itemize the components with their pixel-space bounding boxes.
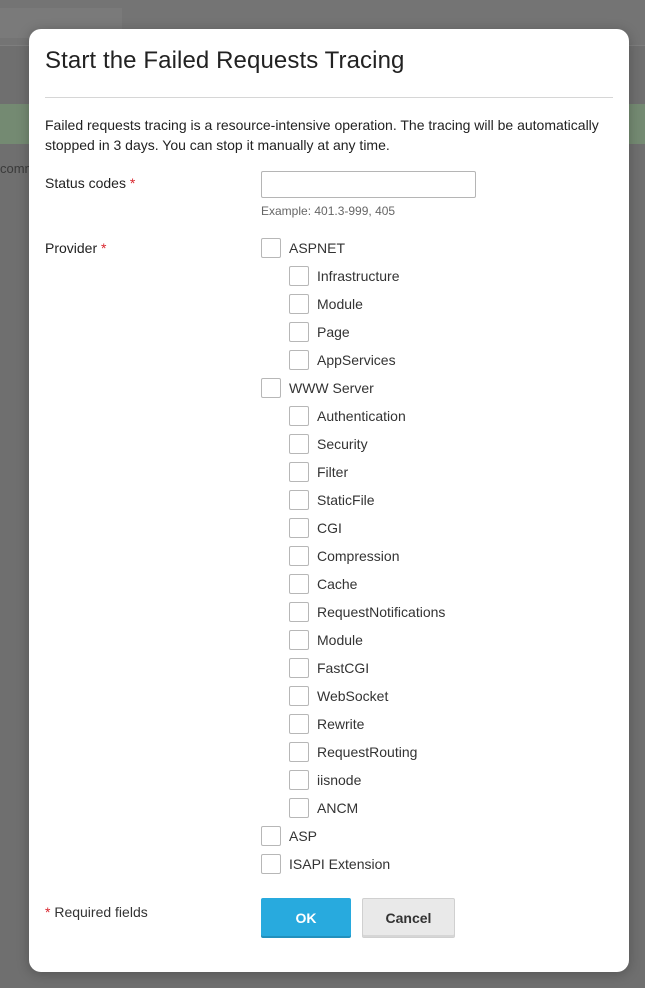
provider-option-label: FastCGI xyxy=(317,660,370,676)
ok-button[interactable]: OK xyxy=(261,898,351,938)
provider-option[interactable]: WebSocket xyxy=(289,686,388,706)
provider-option[interactable]: Filter xyxy=(289,462,348,482)
provider-option-label: Page xyxy=(317,324,350,340)
provider-option-label: ISAPI Extension xyxy=(289,856,391,872)
provider-checkbox[interactable] xyxy=(289,406,309,426)
cancel-button[interactable]: Cancel xyxy=(362,898,455,938)
provider-checkbox[interactable] xyxy=(289,462,309,482)
provider-option[interactable]: ASPNET xyxy=(261,238,345,258)
status-codes-input[interactable] xyxy=(261,171,476,198)
provider-option-label: Cache xyxy=(317,576,358,592)
provider-option-label: Compression xyxy=(317,548,400,564)
failed-requests-tracing-dialog: Start the Failed Requests Tracing Failed… xyxy=(29,29,629,972)
provider-option[interactable]: iisnode xyxy=(289,770,361,790)
provider-option-label: Module xyxy=(317,632,363,648)
provider-option[interactable]: StaticFile xyxy=(289,490,375,510)
provider-checkbox[interactable] xyxy=(289,490,309,510)
provider-option[interactable]: WWW Server xyxy=(261,378,374,398)
provider-option-label: Module xyxy=(317,296,363,312)
provider-checkbox[interactable] xyxy=(289,266,309,286)
provider-checkbox[interactable] xyxy=(289,798,309,818)
title-divider xyxy=(45,97,613,98)
required-fields-note: * Required fields xyxy=(45,904,148,920)
dialog-title: Start the Failed Requests Tracing xyxy=(45,47,405,74)
provider-checkbox[interactable] xyxy=(289,714,309,734)
provider-option[interactable]: Module xyxy=(289,630,363,650)
provider-option-label: Security xyxy=(317,436,368,452)
provider-checkbox[interactable] xyxy=(289,770,309,790)
provider-option-label: StaticFile xyxy=(317,492,375,508)
provider-checkbox[interactable] xyxy=(289,658,309,678)
provider-checkbox[interactable] xyxy=(289,686,309,706)
provider-option[interactable]: ANCM xyxy=(289,798,358,818)
provider-checkbox[interactable] xyxy=(261,854,281,874)
status-codes-label: Status codes * xyxy=(45,175,136,191)
provider-option-label: Infrastructure xyxy=(317,268,400,284)
provider-option[interactable]: Infrastructure xyxy=(289,266,399,286)
provider-checkbox[interactable] xyxy=(261,378,281,398)
provider-option[interactable]: Rewrite xyxy=(289,714,364,734)
required-mark: * xyxy=(101,240,107,256)
provider-checkbox[interactable] xyxy=(289,742,309,762)
provider-checkbox[interactable] xyxy=(289,602,309,622)
provider-checkbox[interactable] xyxy=(289,322,309,342)
provider-option-label: iisnode xyxy=(317,772,362,788)
provider-option[interactable]: RequestNotifications xyxy=(289,602,445,622)
provider-option-label: RequestRouting xyxy=(317,744,418,760)
provider-option-label: CGI xyxy=(317,520,342,536)
provider-option[interactable]: Module xyxy=(289,294,363,314)
provider-option[interactable]: CGI xyxy=(289,518,342,538)
provider-option[interactable]: Authentication xyxy=(289,406,406,426)
provider-option[interactable]: Security xyxy=(289,434,368,454)
status-codes-hint: Example: 401.3-999, 405 xyxy=(261,204,396,218)
provider-checkbox[interactable] xyxy=(289,350,309,370)
provider-option[interactable]: RequestRouting xyxy=(289,742,417,762)
provider-option[interactable]: ISAPI Extension xyxy=(261,854,390,874)
provider-option-label: ASPNET xyxy=(289,240,346,256)
provider-option-label: Authentication xyxy=(317,408,406,424)
provider-label: Provider * xyxy=(45,240,107,256)
provider-checkbox[interactable] xyxy=(261,826,281,846)
provider-option-label: ASP xyxy=(289,828,318,844)
provider-option-label: Filter xyxy=(317,464,349,480)
provider-checkbox[interactable] xyxy=(289,630,309,650)
provider-checkbox[interactable] xyxy=(289,294,309,314)
provider-checkbox[interactable] xyxy=(261,238,281,258)
provider-checkbox[interactable] xyxy=(289,546,309,566)
provider-option-label: WWW Server xyxy=(289,380,374,396)
provider-option-label: Rewrite xyxy=(317,716,365,732)
required-mark: * xyxy=(129,175,136,191)
provider-option-label: ANCM xyxy=(317,800,359,816)
provider-checkbox[interactable] xyxy=(289,574,309,594)
provider-option[interactable]: Cache xyxy=(289,574,357,594)
provider-checkbox[interactable] xyxy=(289,434,309,454)
provider-option[interactable]: FastCGI xyxy=(289,658,369,678)
provider-option-label: WebSocket xyxy=(317,688,389,704)
provider-option-label: AppServices xyxy=(317,352,396,368)
provider-checkbox[interactable] xyxy=(289,518,309,538)
provider-option[interactable]: Page xyxy=(289,322,350,342)
provider-option[interactable]: ASP xyxy=(261,826,317,846)
intro-text: Failed requests tracing is a resource-in… xyxy=(45,117,599,153)
provider-option-label: RequestNotifications xyxy=(317,604,446,620)
provider-option[interactable]: AppServices xyxy=(289,350,396,370)
provider-option[interactable]: Compression xyxy=(289,546,399,566)
